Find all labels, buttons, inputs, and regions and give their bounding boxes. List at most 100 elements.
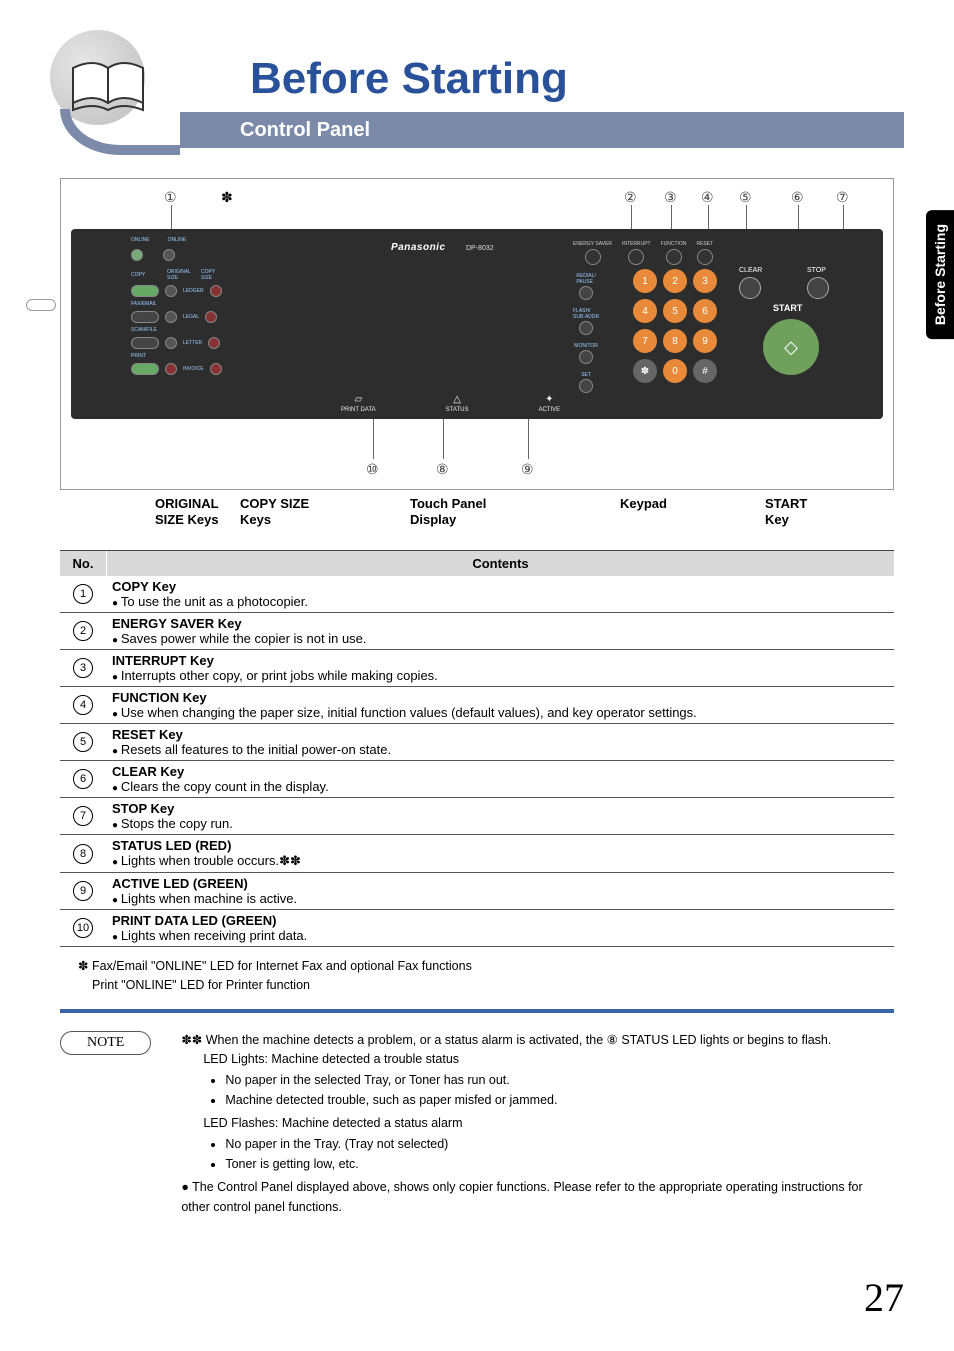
table-row: 5 RESET KeyResets all features to the ini… bbox=[60, 724, 894, 761]
online-led-icon bbox=[163, 249, 175, 261]
note-body: When the machine detects a problem, or a… bbox=[181, 1031, 894, 1217]
energy-saver-label: ENERGY SAVER bbox=[573, 241, 612, 247]
fax-key-icon bbox=[131, 311, 159, 323]
keypad-key-icon: # bbox=[693, 359, 717, 383]
online-led-icon bbox=[131, 249, 143, 261]
row-desc: Lights when receiving print data. bbox=[112, 928, 888, 943]
copy-label: COPY bbox=[131, 272, 161, 278]
ledger-label: LEDGER bbox=[183, 288, 204, 294]
table-row: 3INTERRUPT KeyInterrupts other copy, or … bbox=[60, 650, 894, 687]
row-title: STATUS LED (RED) bbox=[112, 838, 888, 853]
note-c: LED Flashes: Machine detected a status a… bbox=[181, 1114, 894, 1133]
row-number: 10 bbox=[73, 918, 93, 938]
interrupt-label: INTERRUPT bbox=[622, 241, 651, 247]
row-title: ENERGY SAVER Key bbox=[112, 616, 888, 631]
star-footnote: Fax/Email "ONLINE" LED for Internet Fax … bbox=[78, 957, 894, 995]
row-title: COPY Key bbox=[112, 579, 888, 594]
callout-6: ⑥ bbox=[791, 189, 804, 206]
leader-line bbox=[373, 419, 374, 459]
label-original-size: ORIGINALSIZE Keys bbox=[155, 496, 219, 527]
swoop-decoration bbox=[60, 109, 180, 155]
flash-label: FLASH/SUB-ADDR bbox=[573, 308, 599, 320]
divider-bar bbox=[60, 1009, 894, 1013]
row-desc: Saves power while the copier is not in u… bbox=[112, 631, 888, 646]
th-contents: Contents bbox=[107, 551, 894, 576]
set-key-icon bbox=[579, 379, 593, 393]
size-key-icon bbox=[205, 311, 217, 323]
start-key-icon: ◇ bbox=[763, 319, 819, 375]
row-desc: Clears the copy count in the display. bbox=[112, 779, 888, 794]
row-number: 1 bbox=[73, 584, 93, 604]
control-panel-figure: ① ② ③ ④ ⑤ ⑥ ⑦ ✽ Panasonic DP-8032 ENERGY… bbox=[60, 178, 894, 490]
orig-size-label: ORIGINALSIZE bbox=[167, 269, 195, 281]
table-row: 2ENERGY SAVER KeySaves power while the c… bbox=[60, 613, 894, 650]
scan-key-icon bbox=[131, 337, 159, 349]
row-desc: Lights when trouble occurs.✽✽ bbox=[112, 853, 888, 869]
subtitle-bar: Control Panel bbox=[180, 112, 904, 148]
monitor-label: MONITOR bbox=[574, 343, 598, 349]
function-key-icon bbox=[666, 249, 682, 265]
row-title: PRINT DATA LED (GREEN) bbox=[112, 913, 888, 928]
row-number: 5 bbox=[73, 732, 93, 752]
size-key-icon bbox=[165, 363, 177, 375]
asterisk-mark: ✽ bbox=[221, 189, 233, 206]
keypad-key-icon: 2 bbox=[663, 269, 687, 293]
redial-label: REDIAL/PAUSE bbox=[576, 273, 595, 285]
row-title: RESET Key bbox=[112, 727, 888, 742]
size-key-icon bbox=[210, 363, 222, 375]
legal-label: LEGAL bbox=[183, 314, 199, 320]
note-b1: No paper in the selected Tray, or Toner … bbox=[225, 1071, 894, 1090]
keypad-key-icon: ✽ bbox=[633, 359, 657, 383]
print-label: PRINT bbox=[131, 353, 161, 359]
table-row: 4FUNCTION KeyUse when changing the paper… bbox=[60, 687, 894, 724]
keypad-key-icon: 9 bbox=[693, 329, 717, 353]
subtitle-text: Control Panel bbox=[240, 119, 370, 142]
leader-line bbox=[528, 419, 529, 459]
row-number: 9 bbox=[73, 881, 93, 901]
status-led-label: STATUS bbox=[446, 407, 469, 413]
callout-9: ⑨ bbox=[521, 461, 534, 478]
interrupt-key-icon bbox=[628, 249, 644, 265]
redial-key-icon bbox=[579, 286, 593, 300]
start-label: START bbox=[773, 303, 802, 313]
callout-10: ⑩ bbox=[366, 461, 379, 478]
note-label-box: NOTE bbox=[60, 1031, 151, 1055]
page-title: Before Starting bbox=[250, 30, 904, 104]
footnote-line1: Fax/Email "ONLINE" LED for Internet Fax … bbox=[78, 957, 894, 976]
row-desc: Resets all features to the initial power… bbox=[112, 742, 888, 757]
side-keys: REDIAL/PAUSE FLASH/SUB-ADDR MONITOR SET bbox=[573, 273, 599, 393]
callout-2: ② bbox=[624, 189, 637, 206]
active-led-icon: ✦ bbox=[545, 394, 553, 405]
monitor-key-icon bbox=[579, 350, 593, 364]
scan-label: SCAN/FILE bbox=[131, 327, 161, 333]
eject-slot-icon bbox=[26, 299, 56, 311]
stop-key-icon bbox=[807, 277, 829, 299]
labels-under-panel: ORIGINALSIZE Keys COPY SIZEKeys Touch Pa… bbox=[60, 496, 894, 544]
row-number: 6 bbox=[73, 769, 93, 789]
print-key-icon bbox=[131, 363, 159, 375]
keypad-key-icon: 5 bbox=[663, 299, 687, 323]
row-number: 8 bbox=[73, 844, 93, 864]
label-keypad: Keypad bbox=[620, 496, 667, 512]
reset-label: RESET bbox=[696, 241, 713, 247]
label-start-key: STARTKey bbox=[765, 496, 807, 527]
note-c1: No paper in the Tray. (Tray not selected… bbox=[225, 1135, 894, 1154]
row-desc: Lights when machine is active. bbox=[112, 891, 888, 906]
row-number: 7 bbox=[73, 806, 93, 826]
left-key-cluster: ONLINE ONLINE COPYORIGINALSIZECOPYSIZE L… bbox=[131, 237, 222, 375]
side-tab: Before Starting bbox=[926, 210, 954, 339]
footnote-line2: Print "ONLINE" LED for Printer function bbox=[78, 976, 894, 995]
note-d: The Control Panel displayed above, shows… bbox=[181, 1178, 894, 1217]
row-title: FUNCTION Key bbox=[112, 690, 888, 705]
flash-key-icon bbox=[579, 321, 593, 335]
row-desc: To use the unit as a photocopier. bbox=[112, 594, 888, 609]
size-key-icon bbox=[165, 311, 177, 323]
size-key-icon bbox=[210, 285, 222, 297]
energy-saver-key-icon bbox=[585, 249, 601, 265]
table-row: 10 PRINT DATA LED (GREEN)Lights when rece… bbox=[60, 910, 894, 947]
row-title: STOP Key bbox=[112, 801, 888, 816]
page-number: 27 bbox=[864, 1274, 904, 1321]
table-row: 6CLEAR KeyClears the copy count in the d… bbox=[60, 761, 894, 798]
row-title: INTERRUPT Key bbox=[112, 653, 888, 668]
letter-label: LETTER bbox=[183, 340, 202, 346]
